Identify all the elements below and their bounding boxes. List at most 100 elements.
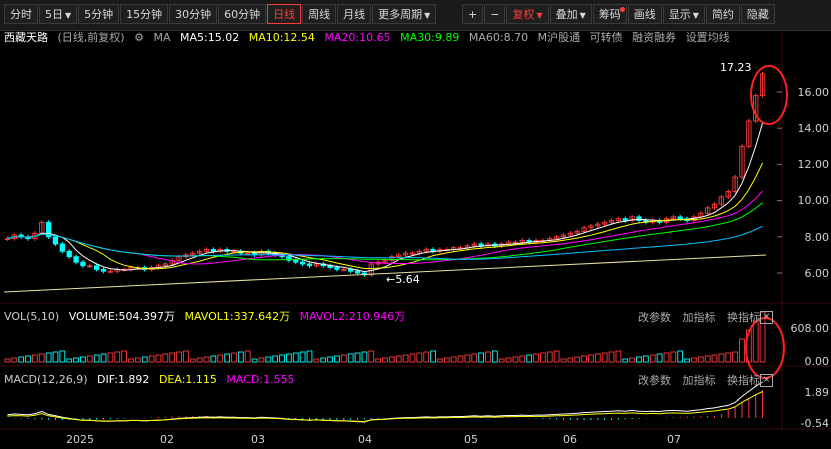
price-tick: 16.00 (797, 86, 830, 99)
volume-bar (162, 353, 169, 363)
ma60-line (7, 225, 763, 260)
volume-bar (292, 352, 299, 363)
candles (4, 71, 766, 277)
volume-bar (430, 350, 436, 363)
dea-line (7, 391, 763, 423)
volume-bar (265, 356, 272, 363)
ma5-line (7, 122, 764, 273)
vol-title: VOL(5,10) (4, 310, 60, 323)
volume-bar (361, 351, 368, 363)
volume-bar (588, 354, 594, 363)
candle-body (293, 259, 299, 263)
candle-body (348, 268, 354, 272)
high-price-label: 17.23 (720, 61, 752, 74)
volume-bar (306, 350, 313, 363)
dea-value: DEA:1.115 (158, 373, 217, 386)
volume-bar (25, 355, 31, 363)
volume-bar (4, 358, 11, 363)
macd-close-icon[interactable]: × (760, 374, 773, 387)
macd-change-params-button[interactable]: 改参数 (638, 374, 671, 387)
volume-bar (368, 350, 375, 363)
price-tick: 10.00 (797, 194, 830, 207)
vol-change-params-button[interactable]: 改参数 (638, 311, 671, 324)
volume-bar (128, 358, 134, 363)
candle-body (52, 236, 59, 245)
macd-switch-indicator-button[interactable]: 换指标 (727, 374, 760, 387)
x-tick: 05 (464, 433, 478, 446)
candle-body (66, 250, 72, 258)
volume-bar (320, 357, 327, 363)
low-price-label: ←5.64 (386, 273, 420, 286)
volume-bar (18, 356, 25, 363)
volume-bar (279, 354, 285, 363)
volume-bar (437, 358, 443, 363)
candle-body (334, 267, 340, 270)
volume-bar (59, 350, 66, 363)
volume-bar (485, 351, 491, 363)
volume-bar (491, 350, 498, 363)
volume-bar (684, 358, 690, 363)
x-tick: 04 (358, 433, 372, 446)
candle-body (59, 243, 66, 252)
volume-bar (217, 354, 224, 363)
volume-bar (334, 355, 340, 363)
macd-plot (7, 381, 764, 423)
volume-bar (189, 358, 196, 363)
volume-bar (52, 351, 59, 363)
volume-bar (601, 352, 608, 363)
volume-bar (402, 354, 409, 363)
volume-bar (546, 351, 553, 363)
ma20-line (7, 190, 763, 265)
volume-bar (354, 352, 361, 363)
macd-add-indicator-button[interactable]: 加指标 (683, 374, 716, 387)
volume-bar (642, 355, 649, 363)
volume-bar (608, 351, 615, 363)
macd-title: MACD(12,26,9) (4, 373, 88, 386)
volume-bar (464, 354, 471, 363)
volume-bar (80, 356, 86, 363)
volume-bar (691, 357, 697, 363)
volume-bar (169, 352, 176, 363)
volume-bar (340, 354, 347, 363)
volume-bar (478, 352, 484, 363)
volume-bar (663, 352, 670, 363)
volume-bar (471, 353, 478, 363)
volume-bar (443, 357, 450, 363)
volume-bar (553, 350, 560, 363)
vol-switch-indicator-button[interactable]: 换指标 (727, 311, 760, 324)
volume-bar (148, 355, 155, 363)
candle-body (210, 249, 217, 252)
volume-bar (533, 353, 539, 363)
volume-bar (251, 358, 258, 363)
volume-bar (272, 355, 279, 363)
volume-bar (258, 357, 265, 363)
volume-bar (629, 357, 636, 363)
ma-lines (3, 122, 767, 293)
volume-bar (423, 351, 430, 363)
volume-bar (327, 356, 333, 363)
low-price-value: 5.64 (395, 273, 420, 286)
volume-bar (66, 358, 73, 363)
volume-bar (244, 350, 251, 363)
vol-close-icon[interactable]: × (760, 311, 773, 324)
volume-bar (395, 355, 402, 363)
volume-bar (32, 354, 38, 363)
vol-add-indicator-button[interactable]: 加指标 (683, 311, 716, 324)
volume-bar (567, 357, 574, 363)
volume-bar (176, 351, 182, 363)
volume-bar (313, 358, 320, 363)
price-tick: 8.00 (804, 231, 830, 244)
volume-bar (622, 358, 629, 363)
x-tick: 03 (251, 433, 265, 446)
volume-bar (560, 358, 567, 363)
volume-bar (11, 357, 18, 363)
volume-bar (100, 353, 107, 363)
volume-bar (677, 350, 684, 363)
volume-bar (594, 353, 601, 363)
volume-bar (739, 338, 745, 363)
volume-bar (711, 354, 718, 363)
volume-bar (450, 356, 457, 363)
volume-bar (704, 355, 711, 363)
volume-bar (649, 354, 656, 363)
volume-bar (299, 351, 306, 363)
